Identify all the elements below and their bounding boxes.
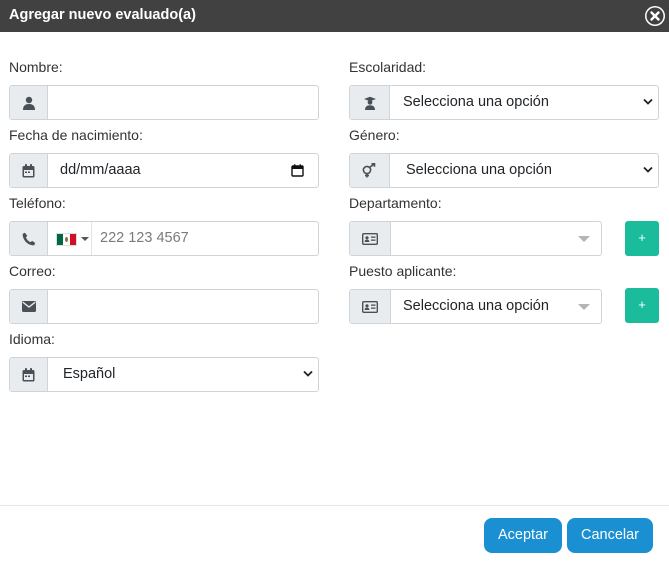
escolaridad-addon (350, 86, 390, 119)
nombre-addon (10, 86, 48, 119)
telefono-field: 222 123 4567 (9, 221, 319, 256)
close-button[interactable] (645, 6, 665, 26)
nombre-input[interactable] (48, 86, 318, 119)
puesto-field: Selecciona una opción (349, 289, 602, 324)
mexico-flag-icon (56, 233, 77, 246)
departamento-field (349, 221, 602, 256)
idioma-field: Español (9, 357, 319, 392)
user-icon (22, 96, 35, 110)
caret-down-icon (578, 236, 590, 242)
puesto-selected: Selecciona una opción (403, 298, 549, 314)
add-puesto-button[interactable]: + (625, 288, 659, 323)
country-selector[interactable] (48, 222, 92, 255)
nombre-field (9, 85, 319, 120)
telefono-label: Teléfono: (9, 195, 66, 211)
chevron-down-icon (81, 237, 89, 241)
calendar-icon (22, 367, 35, 381)
correo-label: Correo: (9, 263, 56, 279)
escolaridad-field: Selecciona una opción (349, 85, 659, 120)
correo-field (9, 289, 319, 324)
correo-input[interactable] (48, 290, 318, 323)
departamento-select[interactable] (391, 222, 601, 255)
genero-label: Género: (349, 127, 400, 143)
departamento-label: Departamento: (349, 195, 442, 211)
nombre-label: Nombre: (9, 59, 63, 75)
footer-divider (0, 505, 669, 506)
escolaridad-label: Escolaridad: (349, 59, 427, 75)
accept-button[interactable]: Aceptar (484, 518, 562, 553)
genero-selected: Selecciona una opción (406, 162, 552, 178)
telefono-placeholder: 222 123 4567 (100, 230, 189, 246)
close-icon (646, 7, 664, 25)
idioma-select[interactable]: Español (48, 358, 318, 391)
idioma-addon (10, 358, 48, 391)
escolaridad-select[interactable]: Selecciona una opción (390, 86, 658, 119)
fecha-placeholder: dd/mm/aaaa (60, 162, 141, 178)
add-departamento-button[interactable]: + (625, 221, 659, 256)
genero-addon (350, 154, 390, 187)
puesto-select[interactable]: Selecciona una opción (391, 290, 601, 323)
telefono-addon (10, 222, 48, 255)
gender-icon (362, 163, 376, 178)
date-picker-icon[interactable] (291, 164, 304, 177)
id-card-icon (362, 232, 378, 245)
cancel-button[interactable]: Cancelar (567, 518, 653, 553)
fecha-input[interactable]: dd/mm/aaaa (48, 154, 318, 187)
telefono-input[interactable]: 222 123 4567 (48, 222, 318, 255)
escolaridad-selected: Selecciona una opción (403, 94, 549, 110)
fecha-addon (10, 154, 48, 187)
genero-field: Selecciona una opción (349, 153, 659, 188)
envelope-icon (21, 301, 36, 312)
correo-addon (10, 290, 48, 323)
fecha-field: dd/mm/aaaa (9, 153, 319, 188)
genero-select[interactable]: Selecciona una opción (390, 154, 658, 187)
chevron-down-icon (303, 370, 313, 377)
id-card-icon (362, 300, 378, 313)
dialog-title: Agregar nuevo evaluado(a) (9, 7, 196, 23)
fecha-label: Fecha de nacimiento: (9, 127, 143, 143)
chevron-down-icon (643, 98, 653, 105)
dialog-titlebar: Agregar nuevo evaluado(a) (0, 0, 669, 32)
phone-icon (22, 232, 35, 245)
caret-down-icon (578, 304, 590, 310)
puesto-addon (350, 290, 391, 323)
chevron-down-icon (643, 166, 653, 173)
idioma-label: Idioma: (9, 331, 55, 347)
puesto-label: Puesto aplicante: (349, 263, 457, 279)
graduate-icon (363, 96, 376, 110)
departamento-addon (350, 222, 391, 255)
calendar-icon (22, 163, 35, 177)
idioma-selected: Español (63, 366, 116, 382)
